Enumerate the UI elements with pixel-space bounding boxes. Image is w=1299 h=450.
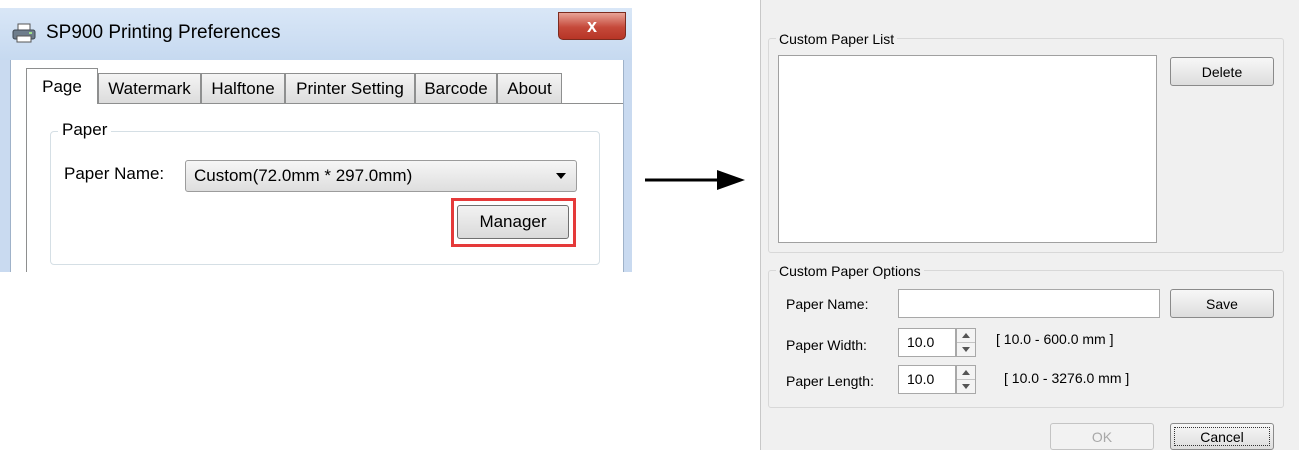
paper-name-select[interactable]: Custom(72.0mm * 297.0mm)	[185, 160, 577, 192]
paper-length-label: Paper Length:	[786, 373, 874, 389]
tab-label: Printer Setting	[296, 78, 404, 98]
arrow-right-icon	[645, 170, 745, 190]
spin-up-icon	[962, 333, 970, 338]
delete-button-label: Delete	[1201, 63, 1243, 80]
delete-button[interactable]: Delete	[1170, 57, 1274, 86]
spin-up-button[interactable]	[957, 329, 975, 343]
screenshot-crop-strip	[0, 0, 632, 8]
window-title: SP900 Printing Preferences	[46, 22, 281, 43]
printer-icon	[12, 23, 36, 43]
ok-button[interactable]: OK	[1050, 423, 1154, 450]
tab-page[interactable]: Page	[26, 68, 98, 104]
window-frame-left	[0, 60, 10, 272]
manager-button[interactable]: Manager	[457, 205, 569, 239]
paper-name-label: Paper Name:	[786, 296, 869, 312]
cancel-button-label: Cancel	[1200, 428, 1244, 445]
cancel-button[interactable]: Cancel	[1170, 423, 1274, 450]
tab-label: Watermark	[108, 78, 191, 98]
printing-preferences-window: SP900 Printing Preferences x Page Waterm…	[0, 0, 632, 272]
spin-down-icon	[962, 346, 970, 352]
paper-length-spinner[interactable]	[956, 365, 976, 394]
tab-label: Halftone	[211, 78, 275, 98]
tab-label: Page	[42, 76, 82, 96]
spin-up-icon	[962, 370, 970, 375]
manager-button-label: Manager	[479, 212, 547, 231]
spin-down-button[interactable]	[957, 343, 975, 357]
paper-name-value: Custom(72.0mm * 297.0mm)	[194, 166, 413, 185]
paper-length-range: [ 10.0 - 3276.0 mm ]	[1004, 370, 1130, 386]
spin-down-button[interactable]	[957, 380, 975, 394]
custom-paper-listbox[interactable]	[778, 55, 1157, 243]
paper-group-label: Paper	[58, 120, 112, 140]
tab-about[interactable]: About	[497, 73, 562, 103]
save-button[interactable]: Save	[1170, 289, 1274, 318]
chevron-down-icon	[556, 173, 566, 179]
paper-width-range: [ 10.0 - 600.0 mm ]	[996, 331, 1114, 347]
spin-down-icon	[962, 383, 970, 389]
paper-width-input[interactable]: 10.0	[898, 328, 956, 357]
tab-halftone[interactable]: Halftone	[201, 73, 285, 103]
paper-width-spinner[interactable]	[956, 328, 976, 357]
tab-printer-setting[interactable]: Printer Setting	[285, 73, 415, 103]
paper-name-label: Paper Name:	[64, 164, 165, 183]
tab-label: About	[507, 78, 552, 98]
custom-paper-list-label: Custom Paper List	[776, 31, 898, 47]
spin-up-button[interactable]	[957, 366, 975, 380]
close-button[interactable]: x	[558, 12, 626, 40]
custom-paper-options-label: Custom Paper Options	[776, 263, 924, 279]
paper-width-label: Paper Width:	[786, 337, 867, 353]
ok-button-label: OK	[1091, 428, 1113, 445]
tab-barcode[interactable]: Barcode	[415, 73, 497, 103]
close-icon: x	[586, 15, 597, 36]
tab-label: Barcode	[424, 78, 488, 98]
save-button-label: Save	[1206, 295, 1238, 312]
tab-watermark[interactable]: Watermark	[98, 73, 201, 103]
paper-length-input[interactable]: 10.0	[898, 365, 956, 394]
paper-name-input[interactable]	[898, 289, 1160, 318]
